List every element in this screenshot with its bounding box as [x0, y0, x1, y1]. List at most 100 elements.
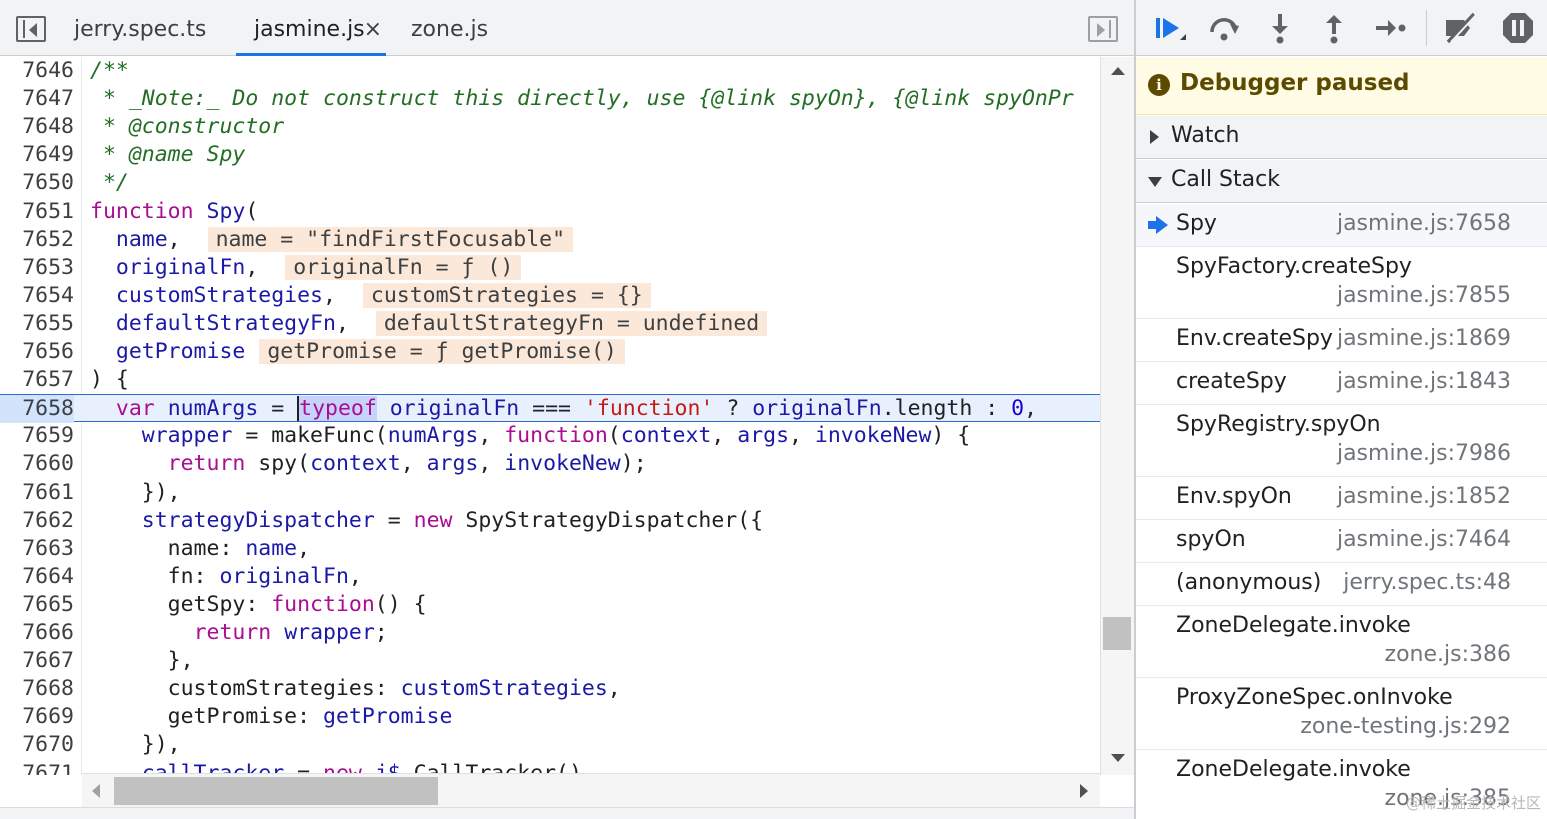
line-number[interactable]: 7648	[0, 113, 74, 141]
line-number[interactable]: 7646	[0, 57, 74, 85]
frame-location-link[interactable]: jasmine.js:1852	[1337, 484, 1511, 509]
code-line[interactable]: 7662 strategyDispatcher = new SpyStrateg…	[0, 507, 1100, 535]
line-number[interactable]: 7668	[0, 675, 74, 703]
step-over-icon[interactable]	[1206, 10, 1242, 46]
code-line[interactable]: 7664 fn: originalFn,	[0, 563, 1100, 591]
code-text: function Spy(	[90, 198, 259, 224]
frame-location-link[interactable]: zone.js:386	[1385, 642, 1511, 667]
code-line[interactable]: 7648 * @constructor	[0, 113, 1100, 141]
watch-section-header[interactable]: Watch	[1136, 116, 1547, 159]
line-number[interactable]: 7660	[0, 450, 74, 478]
toggle-navigator-icon[interactable]	[16, 16, 46, 42]
line-number[interactable]: 7664	[0, 563, 74, 591]
frame-location-link[interactable]: jasmine.js:7464	[1337, 527, 1511, 552]
call-frame[interactable]: Spy jasmine.js:7658	[1136, 204, 1547, 247]
call-frame[interactable]: ZoneDelegate.invoke zone.js:386	[1136, 606, 1547, 678]
code-line[interactable]: 7659 wrapper = makeFunc(numArgs, functio…	[0, 422, 1100, 450]
line-number[interactable]: 7669	[0, 703, 74, 731]
tab-jasmine[interactable]: jasmine.js ×	[236, 0, 386, 56]
vertical-scrollbar[interactable]	[1100, 57, 1134, 775]
frame-location-link[interactable]: jasmine.js:1869	[1337, 326, 1511, 351]
code-line[interactable]: 7650 */	[0, 169, 1100, 197]
frame-location-link[interactable]: zone-testing.js:292	[1300, 714, 1511, 739]
current-execution-line[interactable]: 7658 var numArgs = typeof originalFn ===…	[0, 394, 1100, 424]
vertical-scroll-thumb[interactable]	[1103, 617, 1131, 650]
call-frame[interactable]: SpyRegistry.spyOn jasmine.js:7986	[1136, 405, 1547, 477]
code-line[interactable]: 7654 customStrategies, customStrategies …	[0, 282, 1100, 310]
line-number[interactable]: 7650	[0, 169, 74, 197]
call-stack-section-header[interactable]: Call Stack	[1136, 160, 1547, 203]
horizontal-scroll-thumb[interactable]	[114, 777, 438, 805]
horizontal-scrollbar[interactable]	[82, 773, 1100, 807]
code-text: getPromise getPromise = ƒ getPromise()	[90, 338, 625, 366]
line-number[interactable]: 7651	[0, 198, 74, 226]
line-number[interactable]: 7657	[0, 366, 74, 394]
frame-location-link[interactable]: jasmine.js:7986	[1337, 441, 1511, 466]
code-line[interactable]: 7647 * _Note:_ Do not construct this dir…	[0, 85, 1100, 113]
line-number[interactable]: 7663	[0, 535, 74, 563]
deactivate-breakpoints-icon[interactable]	[1442, 10, 1478, 46]
call-frame[interactable]: spyOn jasmine.js:7464	[1136, 520, 1547, 563]
code-view[interactable]: 7646/** 7647 * _Note:_ Do not construct t…	[0, 57, 1100, 775]
code-line[interactable]: 7670 }),	[0, 731, 1100, 759]
frame-location-link[interactable]: jasmine.js:1843	[1337, 369, 1511, 394]
line-number[interactable]: 7653	[0, 254, 74, 282]
line-number[interactable]: 7671	[0, 760, 74, 776]
code-line[interactable]: 7667 },	[0, 647, 1100, 675]
code-line[interactable]: 7652 name, name = "findFirstFocusable"	[0, 226, 1100, 254]
line-number[interactable]: 7659	[0, 422, 74, 450]
pause-on-exceptions-icon[interactable]	[1500, 10, 1536, 46]
frame-location-link[interactable]: jasmine.js:7855	[1337, 283, 1511, 308]
code-line[interactable]: 7653 originalFn, originalFn = ƒ ()	[0, 254, 1100, 282]
code-line[interactable]: 7649 * @name Spy	[0, 141, 1100, 169]
line-number[interactable]: 7656	[0, 338, 74, 366]
call-frame[interactable]: createSpy jasmine.js:1843	[1136, 362, 1547, 405]
line-number[interactable]: 7662	[0, 507, 74, 535]
code-line[interactable]: 7669 getPromise: getPromise	[0, 703, 1100, 731]
tab-label: jasmine.js	[254, 17, 365, 42]
section-label: Call Stack	[1171, 167, 1280, 192]
call-frame[interactable]: ProxyZoneSpec.onInvoke zone-testing.js:29…	[1136, 678, 1547, 750]
line-number[interactable]: 7665	[0, 591, 74, 619]
line-number[interactable]: 7654	[0, 282, 74, 310]
code-line[interactable]: 7657) {	[0, 366, 1100, 394]
call-frame[interactable]: Env.createSpy jasmine.js:1869	[1136, 319, 1547, 362]
line-number[interactable]: 7670	[0, 731, 74, 759]
line-number[interactable]: 7661	[0, 479, 74, 507]
call-frame[interactable]: (anonymous) jerry.spec.ts:48	[1136, 563, 1547, 606]
tab-jerry-spec[interactable]: jerry.spec.ts	[74, 0, 206, 56]
code-line[interactable]: 7661 }),	[0, 479, 1100, 507]
code-line[interactable]: 7668 customStrategies: customStrategies,	[0, 675, 1100, 703]
resume-icon[interactable]	[1150, 10, 1186, 46]
step-out-icon[interactable]	[1316, 10, 1352, 46]
step-icon[interactable]	[1372, 10, 1408, 46]
line-number[interactable]: 7652	[0, 226, 74, 254]
frame-location-link[interactable]: jerry.spec.ts:48	[1343, 570, 1511, 595]
frame-location-link[interactable]: jasmine.js:7658	[1337, 211, 1511, 236]
tab-zone[interactable]: zone.js	[411, 0, 488, 56]
scroll-up-icon[interactable]	[1111, 67, 1125, 75]
call-frame[interactable]: Env.spyOn jasmine.js:1852	[1136, 477, 1547, 520]
frame-function-name: createSpy	[1176, 369, 1287, 394]
scroll-left-icon[interactable]	[92, 784, 100, 798]
close-tab-icon[interactable]: ×	[364, 0, 382, 60]
code-line[interactable]: 7656 getPromise getPromise = ƒ getPromise…	[0, 338, 1100, 366]
line-number[interactable]: 7647	[0, 85, 74, 113]
line-number[interactable]: 7655	[0, 310, 74, 338]
call-frame[interactable]: SpyFactory.createSpy jasmine.js:7855	[1136, 247, 1547, 319]
toggle-debugger-icon[interactable]	[1088, 16, 1118, 42]
code-line[interactable]: 7663 name: name,	[0, 535, 1100, 563]
code-line[interactable]: 7655 defaultStrategyFn, defaultStrategyF…	[0, 310, 1100, 338]
code-line[interactable]: 7660 return spy(context, args, invokeNew…	[0, 450, 1100, 478]
scroll-down-icon[interactable]	[1111, 754, 1125, 762]
line-number[interactable]: 7666	[0, 619, 74, 647]
line-number[interactable]: 7649	[0, 141, 74, 169]
code-line[interactable]: 7646 /**	[0, 57, 1100, 85]
code-line[interactable]: 7666 return wrapper;	[0, 619, 1100, 647]
scroll-right-icon[interactable]	[1080, 784, 1088, 798]
line-number[interactable]: 7667	[0, 647, 74, 675]
line-number[interactable]: 7658	[0, 395, 74, 424]
code-line[interactable]: 7651 function Spy(	[0, 198, 1100, 226]
code-line[interactable]: 7665 getSpy: function() {	[0, 591, 1100, 619]
step-into-icon[interactable]	[1262, 10, 1298, 46]
